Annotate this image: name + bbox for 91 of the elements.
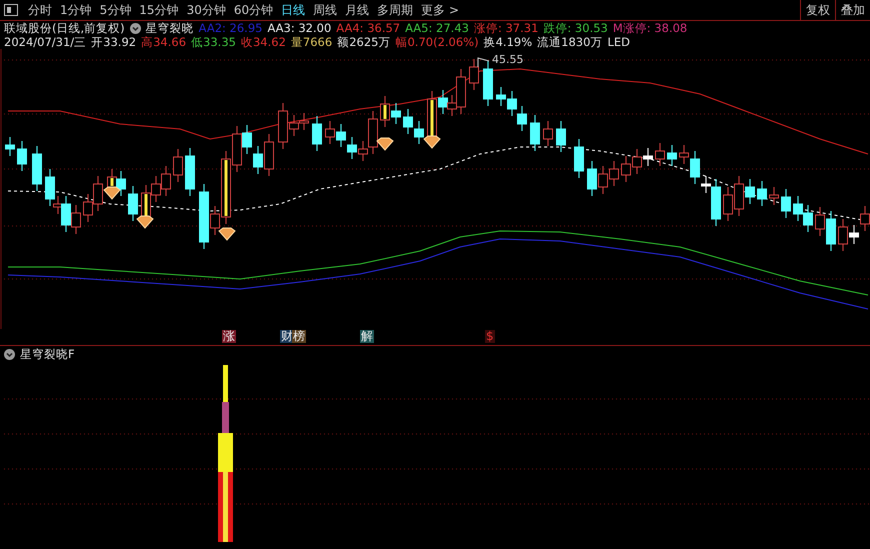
candlestick (312, 116, 322, 152)
indicator-value: 跌停: 30.53 (543, 20, 608, 36)
candlestick (621, 156, 631, 182)
candlestick (574, 138, 584, 178)
leader-line (478, 57, 490, 68)
candlestick (769, 186, 779, 206)
candlestick (757, 180, 767, 206)
candlestick (83, 194, 93, 222)
panel-toggle-icon[interactable] (4, 4, 18, 16)
quote-value: 2024/07/31/三 (4, 34, 86, 50)
stock-title: 联域股份(日线,前复权) (4, 20, 125, 36)
candlestick (17, 140, 27, 172)
candlestick (587, 160, 597, 196)
candlestick (543, 120, 553, 146)
candlestick (496, 86, 506, 106)
diamond-icon (423, 136, 441, 149)
diamond-icon (136, 216, 154, 229)
period-tab[interactable]: 30分钟 (182, 2, 230, 18)
candlestick (803, 204, 813, 232)
candlestick (632, 148, 642, 174)
candlestick (185, 148, 195, 196)
quote-value: 幅0.70(2.06%) (395, 34, 479, 50)
quote-value: 换4.19% (484, 34, 532, 50)
indicator-value: 涨停: 37.31 (474, 20, 538, 36)
event-marker[interactable]: 榜 (292, 330, 306, 343)
diamond-icon (218, 228, 236, 241)
quote-value: 量7666 (290, 34, 332, 50)
peak-price-label: 45.55 (492, 53, 524, 66)
quote-value: LED (607, 35, 630, 49)
candlestick (530, 114, 540, 152)
period-tab[interactable]: 5分钟 (96, 2, 136, 18)
candlestick (71, 204, 81, 234)
candlestick (325, 120, 335, 144)
candlestick (347, 136, 357, 160)
candlestick (517, 106, 527, 132)
event-marker[interactable]: 解 (360, 330, 374, 343)
quote-value: 额2625万 (337, 34, 390, 50)
indicator-name: 星穹裂晓 (146, 20, 194, 36)
candlestick (826, 210, 836, 252)
indicator-name: 星穹裂晓F (20, 346, 75, 362)
candlestick (116, 170, 126, 196)
indicator-value: AA4: 36.57 (336, 21, 400, 35)
period-tab[interactable]: 月线 (341, 2, 374, 18)
candlestick (469, 58, 479, 90)
quote-value: 低33.35 (191, 34, 236, 50)
candlestick (299, 112, 309, 130)
period-tab[interactable]: 60分钟 (230, 2, 278, 18)
event-marker[interactable]: $ (485, 330, 495, 343)
more-button[interactable]: 更多 > (417, 2, 463, 18)
toolbar-button[interactable]: 叠加 (835, 0, 870, 20)
candlestick (414, 120, 424, 144)
candlestick (483, 60, 493, 106)
indicator-value: AA2: 26.95 (198, 21, 262, 35)
candlestick (173, 148, 183, 182)
period-tab[interactable]: 多周期 (373, 2, 418, 18)
period-tab[interactable]: 15分钟 (135, 2, 183, 18)
candlestick (598, 166, 608, 194)
diamond-icon (103, 186, 121, 200)
candlestick (161, 166, 171, 196)
candlestick (93, 176, 103, 212)
candlestick (781, 188, 791, 218)
candlestick (643, 148, 653, 166)
diamond-icon (376, 138, 394, 151)
candlestick (403, 108, 413, 134)
candlestick (655, 142, 665, 166)
candlestick (723, 186, 733, 222)
quote-value: 收34.62 (240, 34, 286, 50)
period-tab[interactable]: 分时 (24, 2, 56, 18)
candlestick (32, 146, 42, 192)
quote-value: 流通1830万 (537, 34, 602, 50)
candlestick (128, 186, 138, 222)
candlestick (793, 196, 803, 222)
dropdown-icon[interactable] (130, 22, 141, 34)
candlestick (5, 136, 15, 156)
indicator-value: AA5: 27.43 (405, 21, 469, 35)
period-tab[interactable]: 1分钟 (56, 2, 96, 18)
candlestick (667, 144, 677, 166)
period-tab[interactable]: 日线 (277, 2, 310, 18)
candlestick (556, 120, 566, 152)
quote-value: 开33.92 (91, 34, 136, 50)
indicator-value: AA3: 32.00 (267, 21, 332, 35)
indicator-value: M涨停: 38.08 (612, 20, 688, 36)
candlestick (815, 206, 825, 236)
candlestick (336, 124, 346, 148)
candlestick (609, 160, 619, 186)
quote-value: 高34.66 (141, 34, 186, 50)
event-marker[interactable]: 涨 (222, 330, 236, 343)
dropdown-icon[interactable] (4, 348, 15, 360)
period-tab[interactable]: 周线 (309, 2, 342, 18)
candlestick (507, 90, 517, 116)
toolbar-button[interactable]: 复权 (800, 0, 835, 20)
